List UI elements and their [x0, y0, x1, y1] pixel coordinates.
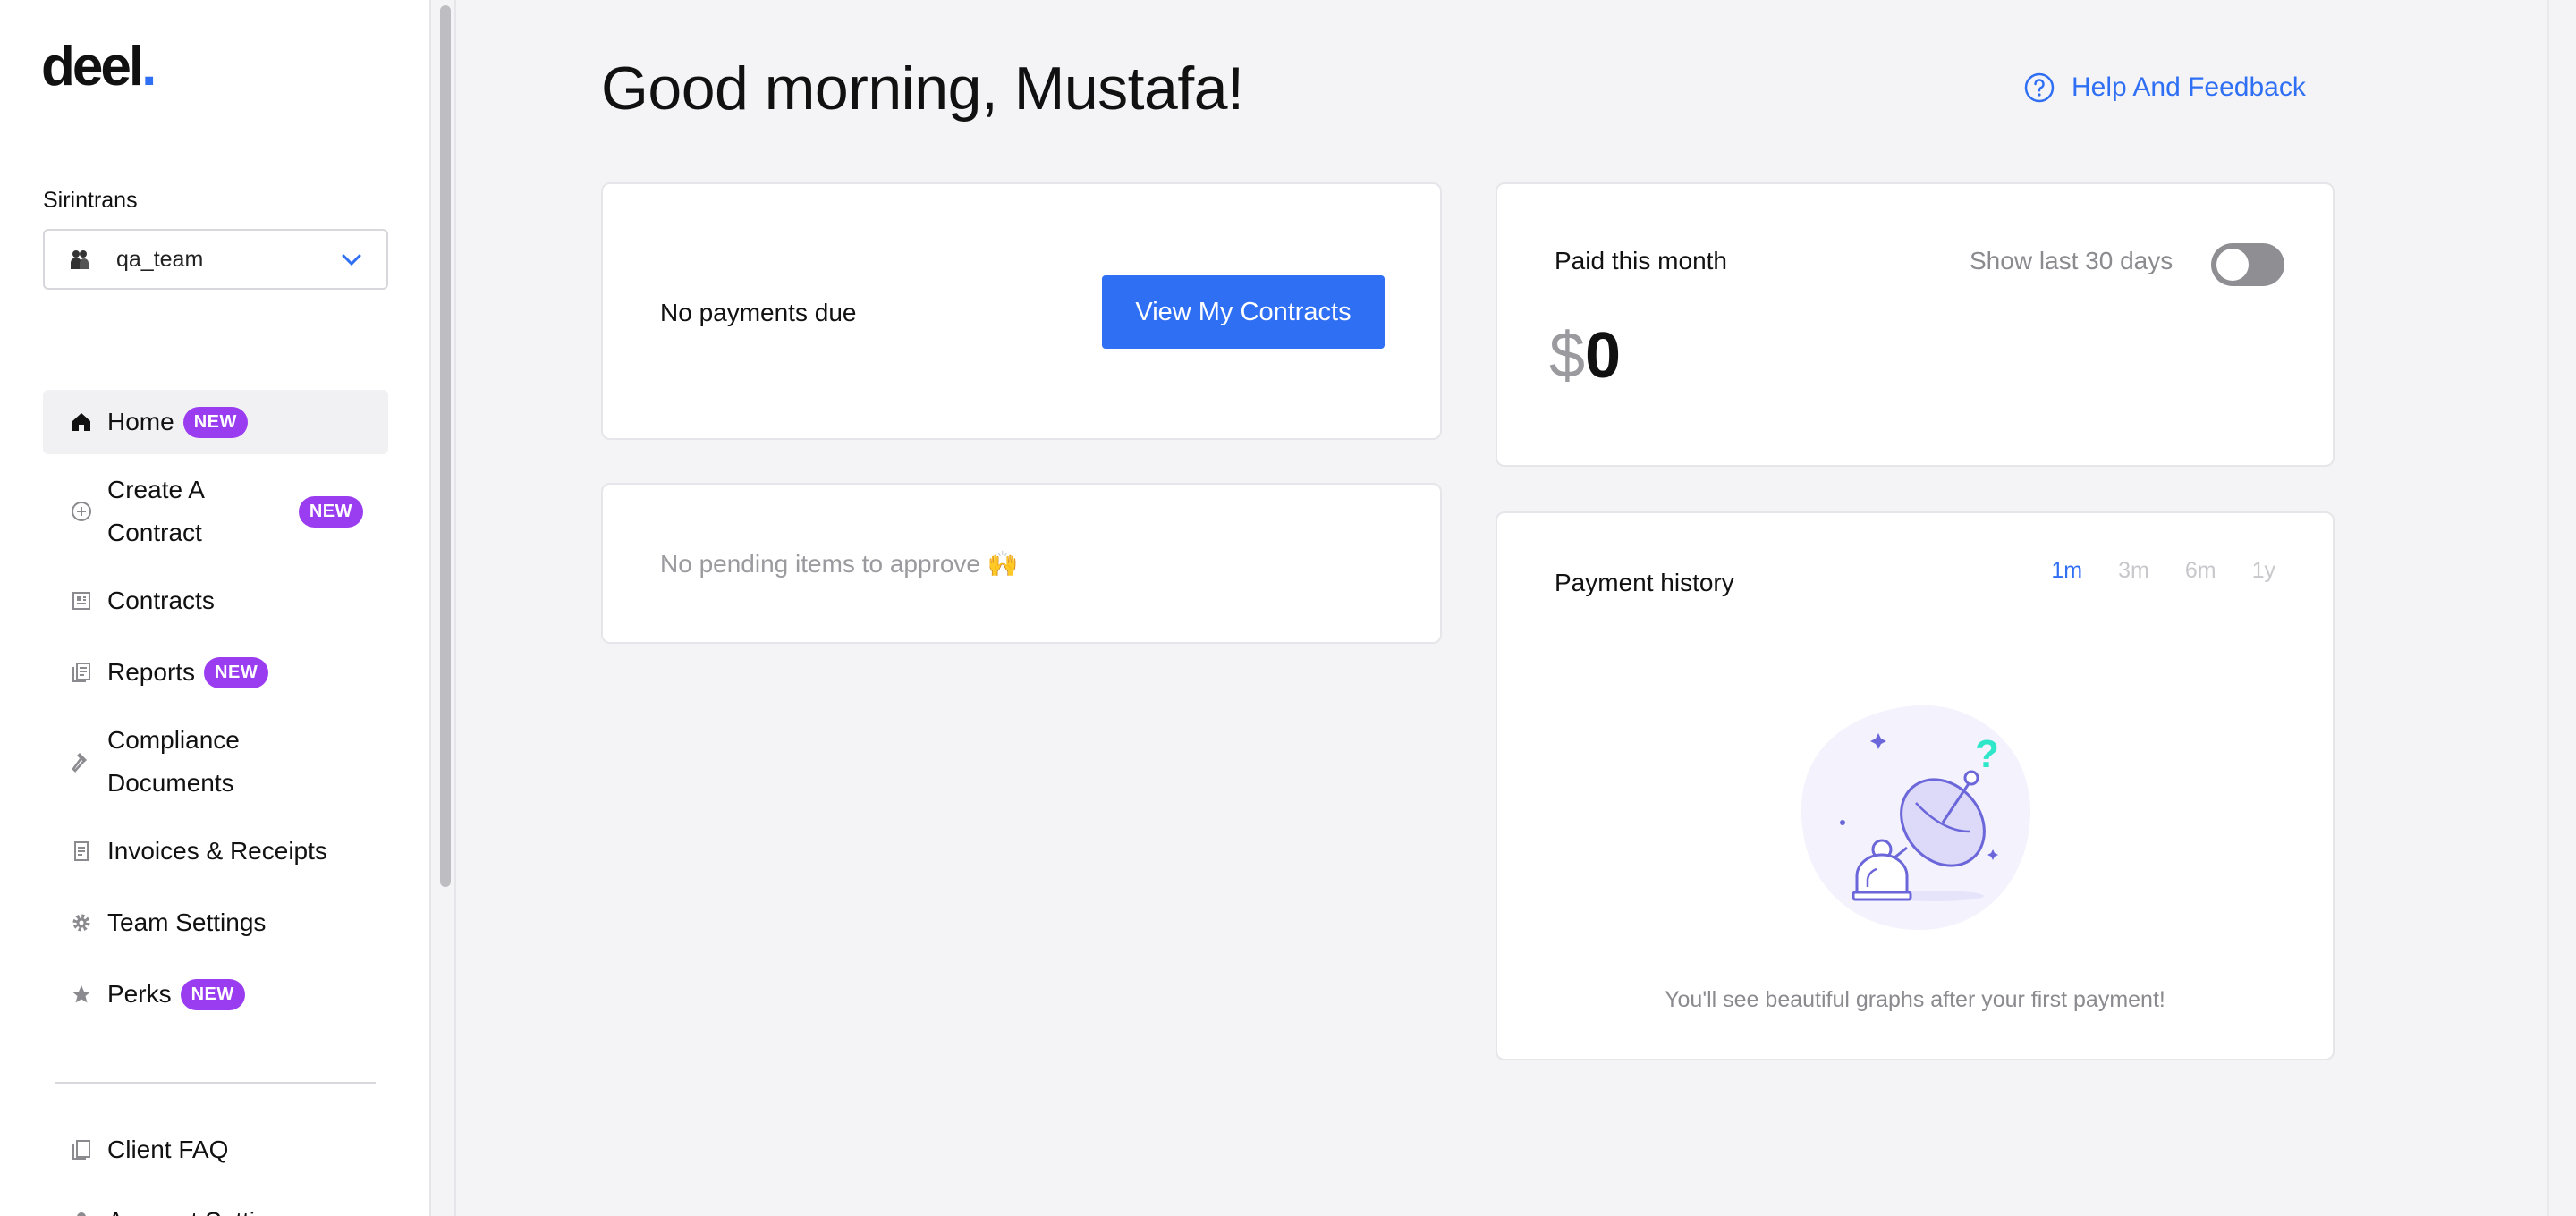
- sidebar-item-label: Contracts: [107, 587, 215, 614]
- sidebar-nav: Home NEW Create A Contract NEW Contracts…: [43, 390, 388, 1034]
- period-6m[interactable]: 6m: [2185, 558, 2216, 584]
- sidebar-item-contracts[interactable]: Contracts: [43, 569, 388, 633]
- sidebar-item-reports[interactable]: Reports NEW: [43, 640, 388, 705]
- sidebar-item-label: Compliance Documents: [107, 726, 240, 797]
- sidebar-item-client-faq[interactable]: Client FAQ: [43, 1118, 388, 1182]
- svg-text:?: ?: [1975, 732, 1999, 776]
- sidebar-item-perks[interactable]: Perks NEW: [43, 962, 388, 1026]
- new-badge: NEW: [204, 656, 269, 688]
- payment-history-title: Payment history: [1555, 569, 1734, 596]
- contract-icon: [70, 589, 93, 612]
- team-select-value: qa_team: [116, 246, 204, 272]
- faq-icon: [70, 1138, 93, 1161]
- paid-this-month-card: Paid this month Show last 30 days $0: [1496, 182, 2334, 467]
- scrollbar-thumb[interactable]: [440, 5, 451, 887]
- toggle-knob: [2216, 249, 2249, 281]
- sidebar-item-label: Home: [107, 408, 174, 435]
- payment-history-card: Payment history 1m 3m 6m 1y ? You'll see…: [1496, 511, 2334, 1060]
- receipt-icon: [70, 840, 93, 863]
- sidebar-item-label: Client FAQ: [107, 1136, 229, 1163]
- sidebar-item-create-contract[interactable]: Create A Contract NEW: [43, 461, 388, 562]
- deel-logo[interactable]: deel.: [41, 36, 157, 97]
- approvals-status-text: No pending items to approve 🙌: [660, 550, 1019, 578]
- paid-this-month-title: Paid this month: [1555, 247, 1727, 274]
- help-and-feedback-link[interactable]: Help And Feedback: [2023, 72, 2306, 104]
- sidebar-item-label: Invoices & Receipts: [107, 837, 327, 865]
- logo-text: deel: [41, 36, 144, 97]
- amount-value: 0: [1585, 320, 1622, 392]
- payments-status-text: No payments due: [660, 299, 857, 326]
- question-circle-icon: [2023, 72, 2055, 104]
- sidebar-item-label: Reports: [107, 658, 196, 686]
- new-badge: NEW: [298, 495, 363, 528]
- page-title: Good morning, Mustafa!: [601, 55, 1244, 122]
- approvals-card: No pending items to approve 🙌: [601, 483, 1442, 644]
- period-3m[interactable]: 3m: [2118, 558, 2149, 584]
- sidebar: deel. Sirintrans qa_team Home NEW Create…: [0, 0, 431, 1216]
- empty-state-text: You'll see beautiful graphs after your f…: [1665, 987, 2165, 1012]
- team-select[interactable]: qa_team: [43, 229, 388, 290]
- right-edge-divider: [2547, 0, 2549, 1216]
- new-badge: NEW: [182, 406, 248, 438]
- period-1y[interactable]: 1y: [2252, 558, 2275, 584]
- sidebar-divider: [55, 1082, 376, 1084]
- view-my-contracts-button[interactable]: View My Contracts: [1102, 275, 1385, 349]
- chevron-down-icon: [340, 248, 363, 271]
- help-label: Help And Feedback: [2072, 72, 2306, 102]
- show-last-30-days-toggle[interactable]: [2211, 243, 2284, 286]
- gear-icon: [70, 911, 93, 934]
- sidebar-bottom-nav: Client FAQ Account Settings: [43, 1118, 388, 1216]
- organization-label: Sirintrans: [43, 188, 138, 213]
- sidebar-scrollbar[interactable]: [433, 0, 456, 1216]
- star-icon: [70, 983, 93, 1006]
- user-icon: [70, 1210, 93, 1216]
- new-badge: NEW: [180, 978, 245, 1010]
- reports-icon: [70, 661, 93, 684]
- team-icon: [68, 247, 93, 272]
- paid-amount: $0: [1549, 324, 1621, 388]
- payments-card: No payments due View My Contracts: [601, 182, 1442, 440]
- sidebar-item-invoices[interactable]: Invoices & Receipts: [43, 819, 388, 883]
- period-1m[interactable]: 1m: [2051, 558, 2082, 584]
- sidebar-item-label: Account Settings: [107, 1200, 295, 1216]
- sidebar-item-account-settings[interactable]: Account Settings: [43, 1189, 388, 1216]
- currency-symbol: $: [1549, 320, 1586, 392]
- sidebar-item-compliance[interactable]: Compliance Documents: [43, 712, 388, 812]
- sidebar-item-label: Team Settings: [107, 908, 267, 936]
- sidebar-item-home[interactable]: Home NEW: [43, 390, 388, 454]
- sidebar-item-team-settings[interactable]: Team Settings: [43, 891, 388, 955]
- home-icon: [70, 410, 93, 434]
- show-last-30-days-label: Show last 30 days: [1970, 247, 2174, 274]
- logo-dot: .: [141, 36, 157, 97]
- plus-circle-icon: [70, 500, 93, 523]
- period-selector: 1m 3m 6m 1y: [2051, 558, 2275, 584]
- gavel-icon: [70, 750, 93, 773]
- satellite-dish-illustration: ?: [1800, 697, 2036, 933]
- sidebar-item-label: Create A Contract: [107, 476, 204, 546]
- sidebar-item-label: Perks: [107, 980, 172, 1008]
